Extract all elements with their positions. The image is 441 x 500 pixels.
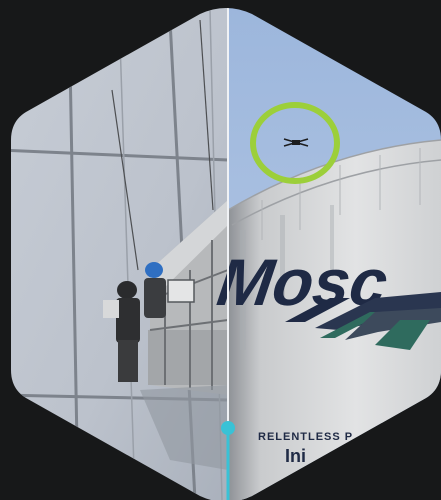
tank-logo-subtext: Ini — [285, 446, 306, 466]
comparison-slider-handle[interactable] — [221, 421, 235, 435]
tank-logo-tagline: RELENTLESS P — [258, 431, 353, 443]
hexagon-composite: Mosc RELENTLESS P Ini — [11, 8, 441, 500]
right-photo-panel: Mosc RELENTLESS P Ini — [213, 8, 441, 500]
left-photo-panel — [11, 8, 229, 500]
image-composite: Mosc RELENTLESS P Ini — [0, 0, 441, 500]
